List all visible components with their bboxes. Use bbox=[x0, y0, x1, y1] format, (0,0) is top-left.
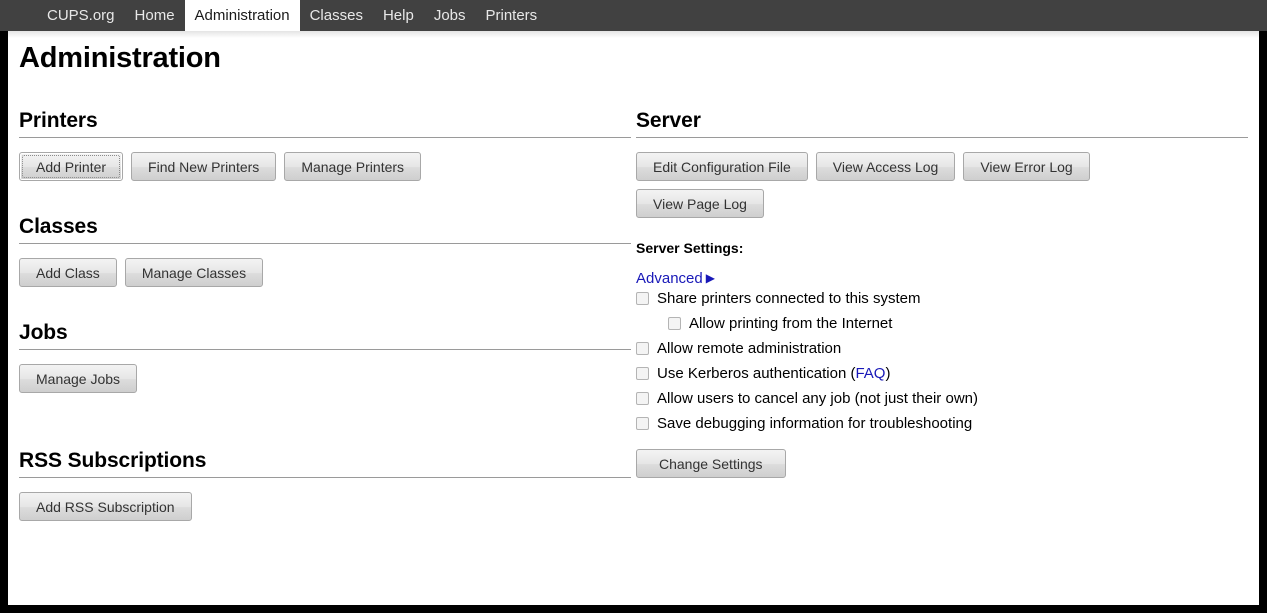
page-title: Administration bbox=[19, 42, 221, 75]
section-server: Server Edit Configuration File View Acce… bbox=[636, 109, 1248, 478]
kerberos-label-suffix: ) bbox=[885, 365, 890, 382]
view-error-log-button[interactable]: View Error Log bbox=[963, 152, 1089, 181]
section-jobs: Jobs Manage Jobs bbox=[19, 321, 631, 393]
checkbox-remote-administration[interactable] bbox=[636, 342, 649, 355]
main-navigation: CUPS.org Home Administration Classes Hel… bbox=[0, 0, 1267, 31]
advanced-link-label: Advanced bbox=[636, 270, 703, 287]
section-heading-server: Server bbox=[636, 109, 1248, 137]
checkbox-cancel-any-job[interactable] bbox=[636, 392, 649, 405]
server-settings-label: Server Settings: bbox=[636, 240, 1248, 256]
view-access-log-button[interactable]: View Access Log bbox=[816, 152, 956, 181]
spacer-classes bbox=[19, 287, 631, 321]
checkbox-row-kerberos[interactable]: Use Kerberos authentication (FAQ) bbox=[636, 364, 1248, 383]
checkbox-allow-internet-printing[interactable] bbox=[668, 317, 681, 330]
manage-printers-button[interactable]: Manage Printers bbox=[284, 152, 421, 181]
nav-item-jobs[interactable]: Jobs bbox=[424, 0, 476, 31]
checkbox-row-remote-administration[interactable]: Allow remote administration bbox=[636, 339, 1248, 358]
printers-button-row: Add Printer Find New Printers Manage Pri… bbox=[19, 152, 631, 181]
server-button-row-2: View Page Log bbox=[636, 189, 1248, 218]
section-heading-jobs: Jobs bbox=[19, 321, 631, 349]
checkbox-label-allow-internet-printing: Allow printing from the Internet bbox=[689, 314, 892, 333]
find-new-printers-button[interactable]: Find New Printers bbox=[131, 152, 276, 181]
server-button-row: Edit Configuration File View Access Log … bbox=[636, 152, 1248, 181]
add-rss-subscription-button[interactable]: Add RSS Subscription bbox=[19, 492, 192, 521]
section-printers: Printers Add Printer Find New Printers M… bbox=[19, 109, 631, 181]
checkbox-kerberos[interactable] bbox=[636, 367, 649, 380]
section-divider-rss bbox=[19, 477, 631, 478]
checkbox-label-save-debugging: Save debugging information for troublesh… bbox=[657, 414, 972, 433]
section-heading-printers: Printers bbox=[19, 109, 631, 137]
advanced-toggle-link[interactable]: Advanced▶ bbox=[636, 270, 715, 287]
nav-item-administration[interactable]: Administration bbox=[185, 0, 300, 31]
checkbox-row-save-debugging[interactable]: Save debugging information for troublesh… bbox=[636, 414, 1248, 433]
kerberos-label-text: Use Kerberos authentication ( bbox=[657, 365, 855, 382]
spacer-jobs bbox=[19, 393, 631, 449]
server-settings-checkbox-list: Share printers connected to this system … bbox=[636, 289, 1248, 433]
nav-item-help[interactable]: Help bbox=[373, 0, 424, 31]
checkbox-label-share-printers: Share printers connected to this system bbox=[657, 289, 920, 308]
checkbox-row-share-printers[interactable]: Share printers connected to this system bbox=[636, 289, 1248, 308]
checkbox-row-allow-internet-printing[interactable]: Allow printing from the Internet bbox=[668, 314, 1248, 333]
nav-item-home[interactable]: Home bbox=[125, 0, 185, 31]
section-divider-jobs bbox=[19, 349, 631, 350]
right-column: Server Edit Configuration File View Acce… bbox=[636, 109, 1248, 478]
change-settings-wrap: Change Settings bbox=[636, 449, 1248, 478]
navbar-shadow bbox=[8, 31, 1259, 38]
checkbox-label-remote-administration: Allow remote administration bbox=[657, 339, 841, 358]
manage-jobs-button[interactable]: Manage Jobs bbox=[19, 364, 137, 393]
edit-configuration-file-button[interactable]: Edit Configuration File bbox=[636, 152, 808, 181]
checkbox-row-cancel-any-job[interactable]: Allow users to cancel any job (not just … bbox=[636, 389, 1248, 408]
checkbox-label-cancel-any-job: Allow users to cancel any job (not just … bbox=[657, 389, 978, 408]
view-page-log-button[interactable]: View Page Log bbox=[636, 189, 764, 218]
left-column: Printers Add Printer Find New Printers M… bbox=[19, 109, 631, 521]
content-sheet: Administration Printers Add Printer Find… bbox=[8, 31, 1259, 605]
spacer-printers bbox=[19, 181, 631, 215]
faq-link[interactable]: FAQ bbox=[855, 365, 885, 382]
nav-item-classes[interactable]: Classes bbox=[300, 0, 373, 31]
rss-button-row: Add RSS Subscription bbox=[19, 492, 631, 521]
checkbox-label-kerberos: Use Kerberos authentication (FAQ) bbox=[657, 364, 890, 383]
add-class-button[interactable]: Add Class bbox=[19, 258, 117, 287]
jobs-button-row: Manage Jobs bbox=[19, 364, 631, 393]
section-divider-printers bbox=[19, 137, 631, 138]
section-heading-rss: RSS Subscriptions bbox=[19, 449, 631, 477]
checkbox-share-printers[interactable] bbox=[636, 292, 649, 305]
manage-classes-button[interactable]: Manage Classes bbox=[125, 258, 263, 287]
nav-item-printers[interactable]: Printers bbox=[476, 0, 548, 31]
section-classes: Classes Add Class Manage Classes bbox=[19, 215, 631, 287]
section-divider-classes bbox=[19, 243, 631, 244]
checkbox-save-debugging[interactable] bbox=[636, 417, 649, 430]
section-divider-server bbox=[636, 137, 1248, 138]
change-settings-button[interactable]: Change Settings bbox=[636, 449, 786, 478]
add-printer-button[interactable]: Add Printer bbox=[19, 152, 123, 181]
chevron-right-icon: ▶ bbox=[706, 271, 715, 285]
classes-button-row: Add Class Manage Classes bbox=[19, 258, 631, 287]
page-frame: CUPS.org Home Administration Classes Hel… bbox=[0, 0, 1267, 613]
section-heading-classes: Classes bbox=[19, 215, 631, 243]
nav-item-cups-org[interactable]: CUPS.org bbox=[37, 0, 125, 31]
section-rss-subscriptions: RSS Subscriptions Add RSS Subscription bbox=[19, 449, 631, 521]
